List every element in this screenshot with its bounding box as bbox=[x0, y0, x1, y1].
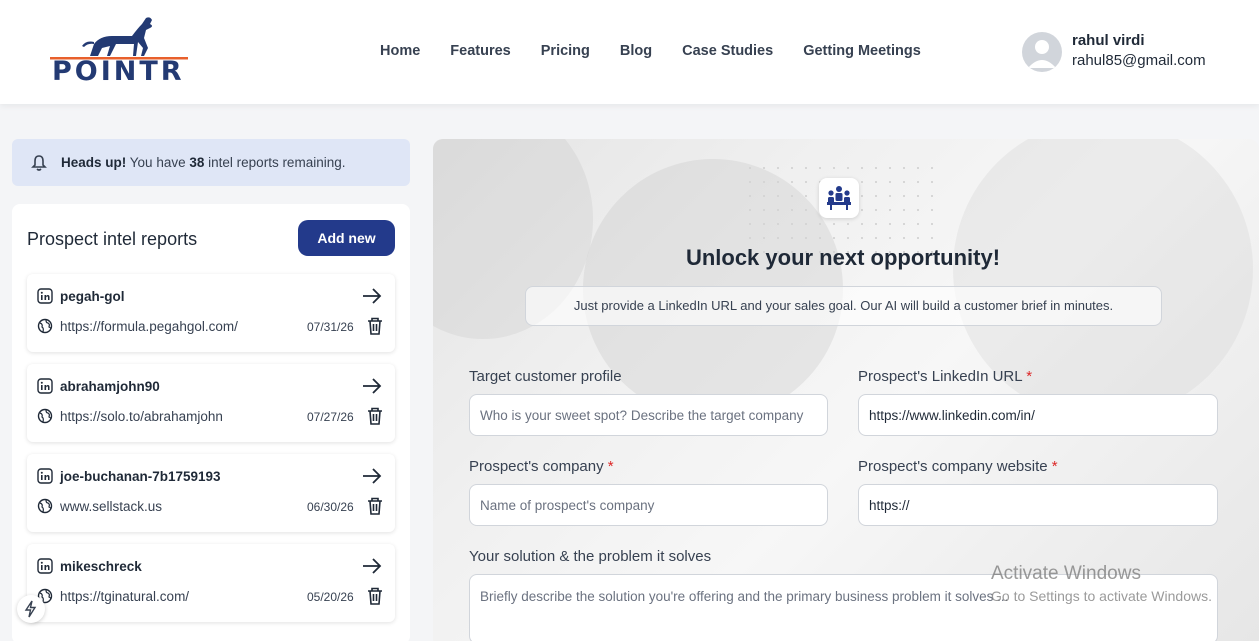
bell-icon bbox=[31, 155, 47, 171]
report-item[interactable]: mikeschreck https://tginatural.com/ 05/2… bbox=[27, 544, 395, 622]
user-email: rahul85@gmail.com bbox=[1072, 52, 1206, 69]
solution-label: Your solution & the problem it solves bbox=[469, 548, 712, 565]
report-item[interactable]: abrahamjohn90 https://solo.to/abrahamjoh… bbox=[27, 364, 395, 442]
report-url[interactable]: https://tginatural.com/ bbox=[60, 589, 189, 604]
linkedin-url-label: Prospect's LinkedIn URL * bbox=[858, 368, 1033, 385]
linkedin-icon bbox=[37, 558, 53, 574]
target-profile-input[interactable] bbox=[469, 394, 828, 436]
globe-icon bbox=[37, 408, 53, 424]
report-date: 07/31/26 bbox=[307, 320, 354, 334]
nav-home[interactable]: Home bbox=[380, 43, 420, 59]
linkedin-icon bbox=[37, 468, 53, 484]
nav-pricing[interactable]: Pricing bbox=[541, 43, 590, 59]
meeting-icon bbox=[827, 186, 851, 210]
report-name: pegah-gol bbox=[60, 289, 125, 304]
user-avatar-icon bbox=[1028, 40, 1056, 68]
panel-title: Prospect intel reports bbox=[27, 229, 198, 249]
company-website-label: Prospect's company website * bbox=[858, 458, 1058, 475]
trash-icon[interactable] bbox=[366, 316, 384, 336]
linkedin-icon bbox=[37, 288, 53, 304]
brand-name: POINTR bbox=[52, 56, 185, 87]
company-label: Prospect's company * bbox=[469, 458, 614, 475]
trash-icon[interactable] bbox=[366, 406, 384, 426]
main-nav: Home Features Pricing Blog Case Studies … bbox=[380, 43, 951, 59]
linkedin-icon bbox=[37, 378, 53, 394]
report-item[interactable]: pegah-gol https://formula.pegahgol.com/ … bbox=[27, 274, 395, 352]
form-subtitle: Just provide a LinkedIn URL and your sal… bbox=[525, 286, 1162, 326]
report-item[interactable]: joe-buchanan-7b1759193 www.sellstack.us … bbox=[27, 454, 395, 532]
globe-icon bbox=[37, 318, 53, 334]
report-name: abrahamjohn90 bbox=[60, 379, 160, 394]
dog-logo-icon bbox=[50, 17, 188, 60]
windows-activation-watermark: Activate Windows Go to Settings to activ… bbox=[991, 563, 1212, 604]
report-date: 07/27/26 bbox=[307, 410, 354, 424]
user-name: rahul virdi bbox=[1072, 32, 1145, 49]
target-profile-label: Target customer profile bbox=[469, 368, 622, 385]
top-header: POINTR Home Features Pricing Blog Case S… bbox=[0, 0, 1259, 104]
arrow-right-icon[interactable] bbox=[361, 467, 383, 485]
arrow-right-icon[interactable] bbox=[361, 287, 383, 305]
watermark-title: Activate Windows bbox=[991, 563, 1141, 584]
nav-features[interactable]: Features bbox=[450, 43, 510, 59]
trash-icon[interactable] bbox=[366, 496, 384, 516]
report-name: joe-buchanan-7b1759193 bbox=[60, 469, 221, 484]
nav-case-studies[interactable]: Case Studies bbox=[682, 43, 773, 59]
arrow-right-icon[interactable] bbox=[361, 377, 383, 395]
watermark-subtitle: Go to Settings to activate Windows. bbox=[991, 588, 1212, 604]
lightning-icon bbox=[24, 600, 37, 618]
report-date: 05/20/26 bbox=[307, 590, 354, 604]
hero-icon-box bbox=[819, 178, 859, 218]
reports-remaining-alert: Heads up! You have 38 intel reports rema… bbox=[12, 139, 410, 186]
report-date: 06/30/26 bbox=[307, 500, 354, 514]
quick-action-button[interactable] bbox=[17, 595, 45, 623]
form-title: Unlock your next opportunity! bbox=[685, 245, 1001, 270]
report-url[interactable]: https://formula.pegahgol.com/ bbox=[60, 319, 238, 334]
globe-icon bbox=[37, 498, 53, 514]
avatar[interactable] bbox=[1022, 32, 1062, 72]
add-new-button[interactable]: Add new bbox=[298, 220, 395, 256]
nav-blog[interactable]: Blog bbox=[620, 43, 652, 59]
report-name: mikeschreck bbox=[60, 559, 142, 574]
company-website-input[interactable] bbox=[858, 484, 1218, 526]
user-menu[interactable]: rahul virdi rahul85@gmail.com bbox=[1022, 31, 1252, 75]
report-url[interactable]: www.sellstack.us bbox=[60, 499, 162, 514]
arrow-right-icon[interactable] bbox=[361, 557, 383, 575]
prospect-reports-panel: Prospect intel reports Add new pegah-gol… bbox=[12, 204, 410, 641]
nav-getting-meetings[interactable]: Getting Meetings bbox=[803, 43, 921, 59]
company-input[interactable] bbox=[469, 484, 828, 526]
trash-icon[interactable] bbox=[366, 586, 384, 606]
report-url[interactable]: https://solo.to/abrahamjohn bbox=[60, 409, 223, 424]
linkedin-url-input[interactable] bbox=[858, 394, 1218, 436]
alert-message: Heads up! You have 38 intel reports rema… bbox=[61, 155, 346, 170]
pointr-logo[interactable]: POINTR bbox=[50, 16, 190, 87]
